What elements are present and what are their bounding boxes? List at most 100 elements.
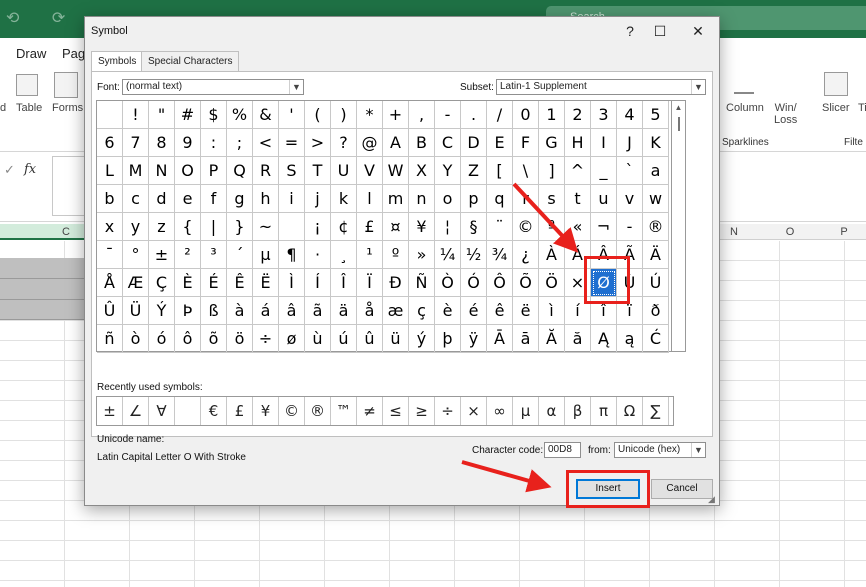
- symbol-cell[interactable]: Q: [227, 157, 253, 185]
- symbol-cell[interactable]: ?: [331, 129, 357, 157]
- recent-symbol-cell[interactable]: π: [591, 397, 617, 425]
- symbol-cell[interactable]: ¶: [279, 241, 305, 269]
- recent-symbol-cell[interactable]: µ: [513, 397, 539, 425]
- symbol-cell[interactable]: Å: [97, 269, 123, 297]
- menu-draw[interactable]: Draw: [16, 46, 46, 61]
- column-c-header[interactable]: C: [56, 224, 76, 240]
- ribbon-column-label[interactable]: Column: [726, 102, 764, 114]
- symbol-cell[interactable]: ú: [331, 325, 357, 353]
- subset-dropdown[interactable]: Latin-1 Supplement ▼: [496, 79, 706, 95]
- symbol-cell[interactable]: ª: [539, 213, 565, 241]
- cancel-button[interactable]: Cancel: [651, 479, 713, 499]
- symbol-cell[interactable]: Ô: [487, 269, 513, 297]
- ribbon-ti-label[interactable]: Ti: [858, 102, 866, 114]
- symbol-cell[interactable]: e: [175, 185, 201, 213]
- symbol-cell[interactable]: u: [591, 185, 617, 213]
- symbol-cell[interactable]: _: [591, 157, 617, 185]
- symbol-cell[interactable]: q: [487, 185, 513, 213]
- symbol-cell[interactable]: Ì: [279, 269, 305, 297]
- symbol-cell[interactable]: ê: [487, 297, 513, 325]
- symbol-cell[interactable]: Ç: [149, 269, 175, 297]
- symbol-cell[interactable]: T: [305, 157, 331, 185]
- symbol-cell[interactable]: M: [123, 157, 149, 185]
- ribbon-winloss-label[interactable]: Win/ Loss: [774, 102, 797, 126]
- symbol-cell[interactable]: è: [435, 297, 461, 325]
- symbol-cell[interactable]: !: [123, 101, 149, 129]
- symbol-cell[interactable]: ô: [175, 325, 201, 353]
- recent-symbol-cell[interactable]: ®: [305, 397, 331, 425]
- forms-icon[interactable]: [54, 72, 78, 98]
- recent-symbol-cell[interactable]: ±: [97, 397, 123, 425]
- symbol-cell[interactable]: s: [539, 185, 565, 213]
- symbol-cell[interactable]: º: [383, 241, 409, 269]
- symbol-cell[interactable]: =: [279, 129, 305, 157]
- symbol-cell[interactable]: |: [201, 213, 227, 241]
- symbol-cell[interactable]: `: [617, 157, 643, 185]
- symbol-cell[interactable]: Ð: [383, 269, 409, 297]
- column-p-header[interactable]: P: [834, 224, 854, 240]
- symbol-cell[interactable]: ß: [201, 297, 227, 325]
- symbol-cell[interactable]: %: [227, 101, 253, 129]
- symbol-cell[interactable]: µ: [253, 241, 279, 269]
- symbol-cell[interactable]: ä: [331, 297, 357, 325]
- column-sparkline-icon[interactable]: [734, 74, 754, 94]
- maximize-icon[interactable]: ☐: [645, 21, 675, 41]
- recent-symbol-cell[interactable]: ∑: [643, 397, 669, 425]
- symbol-cell[interactable]: ¢: [331, 213, 357, 241]
- symbol-cell[interactable]: &: [253, 101, 279, 129]
- symbol-cell[interactable]: 7: [123, 129, 149, 157]
- recent-symbol-cell[interactable]: £: [227, 397, 253, 425]
- symbol-cell[interactable]: S: [279, 157, 305, 185]
- symbol-cell[interactable]: ¥: [409, 213, 435, 241]
- recent-symbol-cell[interactable]: Ω: [617, 397, 643, 425]
- symbol-cell[interactable]: ½: [461, 241, 487, 269]
- chevron-down-icon[interactable]: ▼: [691, 80, 705, 94]
- symbol-cell[interactable]: ÿ: [461, 325, 487, 353]
- symbol-cell[interactable]: C: [435, 129, 461, 157]
- symbol-cell[interactable]: 1: [539, 101, 565, 129]
- symbol-cell[interactable]: $: [201, 101, 227, 129]
- symbol-cell[interactable]: Ä: [643, 241, 669, 269]
- close-icon[interactable]: ✕: [683, 21, 713, 41]
- symbol-cell[interactable]: ®: [643, 213, 669, 241]
- symbol-cell[interactable]: A: [383, 129, 409, 157]
- symbol-cell[interactable]: 4: [617, 101, 643, 129]
- chevron-down-icon[interactable]: ▼: [691, 443, 705, 457]
- symbol-cell[interactable]: x: [97, 213, 123, 241]
- symbol-cell[interactable]: ²: [175, 241, 201, 269]
- symbol-cell[interactable]: G: [539, 129, 565, 157]
- slicer-icon[interactable]: [824, 72, 848, 96]
- symbol-cell[interactable]: d: [149, 185, 175, 213]
- symbol-cell[interactable]: ¡: [305, 213, 331, 241]
- symbol-cell[interactable]: ~: [253, 213, 279, 241]
- symbol-cell[interactable]: ,: [409, 101, 435, 129]
- symbol-cell[interactable]: Z: [461, 157, 487, 185]
- symbol-cell[interactable]: °: [123, 241, 149, 269]
- symbol-cell[interactable]: Ó: [461, 269, 487, 297]
- symbol-cell[interactable]: æ: [383, 297, 409, 325]
- symbol-cell[interactable]: É: [201, 269, 227, 297]
- symbol-cell[interactable]: ý: [409, 325, 435, 353]
- symbol-cell[interactable]: O: [175, 157, 201, 185]
- symbol-cell[interactable]: ¼: [435, 241, 461, 269]
- symbol-cell[interactable]: m: [383, 185, 409, 213]
- recent-symbol-cell[interactable]: ≠: [357, 397, 383, 425]
- symbol-cell[interactable]: r: [513, 185, 539, 213]
- symbol-cell[interactable]: ©: [513, 213, 539, 241]
- recent-symbol-cell[interactable]: ×: [461, 397, 487, 425]
- symbol-cell[interactable]: [97, 101, 123, 129]
- symbol-grid-scrollbar[interactable]: ▲: [672, 100, 686, 352]
- symbol-cell[interactable]: ù: [305, 325, 331, 353]
- symbol-cell[interactable]: ¹: [357, 241, 383, 269]
- symbol-cell[interactable]: *: [357, 101, 383, 129]
- symbol-cell[interactable]: @: [357, 129, 383, 157]
- recent-symbol-cell[interactable]: ≤: [383, 397, 409, 425]
- symbol-cell[interactable]: y: [123, 213, 149, 241]
- symbol-cell[interactable]: È: [175, 269, 201, 297]
- symbol-cell[interactable]: ÷: [253, 325, 279, 353]
- char-code-input[interactable]: 00D8: [544, 442, 581, 458]
- symbol-cell[interactable]: v: [617, 185, 643, 213]
- symbol-cell[interactable]: V: [357, 157, 383, 185]
- symbol-cell[interactable]: à: [227, 297, 253, 325]
- ribbon-table-label[interactable]: Table: [16, 102, 42, 114]
